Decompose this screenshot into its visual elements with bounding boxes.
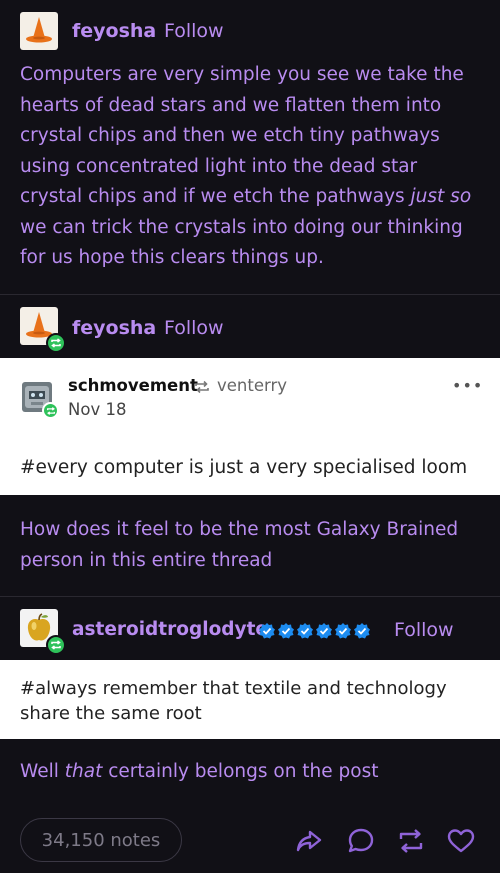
reblog-badge-icon	[42, 402, 59, 419]
follow-button[interactable]: Follow	[394, 619, 454, 641]
reblog-icon	[195, 380, 209, 394]
post-username[interactable]: asteroidtroglodyte	[72, 619, 268, 640]
embedded-tag[interactable]: #every computer is just a very specialis…	[20, 456, 482, 481]
reblog-badge-icon	[46, 333, 66, 353]
post-body-emphasis: that	[64, 761, 103, 782]
post-header-4: asteroidtroglodyte Follow	[0, 597, 500, 660]
verified-check-icon	[354, 623, 370, 639]
reply-icon[interactable]	[346, 826, 376, 856]
verified-badges	[258, 622, 371, 640]
post-header-2: feyosha Follow	[0, 295, 500, 358]
avatar-feyosha[interactable]	[20, 307, 66, 353]
post-username[interactable]: feyosha	[72, 317, 156, 339]
embedded-post-card: schmovement venterry Nov 18 ••• #every c…	[0, 358, 500, 495]
post-username[interactable]: feyosha	[72, 20, 156, 42]
post-body-emphasis: just so	[410, 186, 472, 207]
post-header-1: feyosha Follow	[0, 0, 500, 62]
witch-hat-avatar-icon	[26, 17, 52, 43]
post-body-text-end: we can trick the crystals into doing our…	[20, 216, 463, 269]
avatar-feyosha[interactable]	[20, 12, 58, 50]
avatar-asteroidtroglodyte[interactable]	[20, 609, 66, 655]
verified-check-icon	[316, 623, 332, 639]
post-body-text: Computers are very simple you see we tak…	[20, 64, 464, 207]
post-body-5: Well that certainly belongs on the post	[20, 757, 482, 788]
verified-check-icon	[278, 623, 294, 639]
more-options-icon[interactable]: •••	[452, 376, 483, 395]
post-body-text: Well	[20, 761, 65, 782]
embedded-username[interactable]: schmovement	[68, 376, 198, 395]
verified-check-icon	[297, 623, 313, 639]
post-tag[interactable]: #always remember that textile and techno…	[20, 677, 482, 726]
reblogged-from-username[interactable]: venterry	[217, 376, 287, 395]
post-body-3: How does it feel to be the most Galaxy B…	[20, 519, 459, 571]
reblog-badge-icon	[46, 635, 66, 655]
post-body-text-end: certainly belongs on the post	[102, 761, 379, 782]
follow-button[interactable]: Follow	[164, 20, 224, 42]
verified-check-icon	[259, 623, 275, 639]
reblog-action-icon[interactable]	[396, 826, 426, 856]
notes-count-button[interactable]: 34,150 notes	[20, 818, 182, 862]
follow-button[interactable]: Follow	[164, 317, 224, 339]
verified-check-icon	[335, 623, 351, 639]
heart-icon[interactable]	[446, 826, 476, 856]
post-date: Nov 18	[68, 400, 127, 419]
tag-card: #always remember that textile and techno…	[0, 660, 500, 739]
share-icon[interactable]	[294, 826, 324, 856]
post-body-1: Computers are very simple you see we tak…	[20, 60, 482, 274]
avatar-schmovement[interactable]	[22, 382, 59, 419]
